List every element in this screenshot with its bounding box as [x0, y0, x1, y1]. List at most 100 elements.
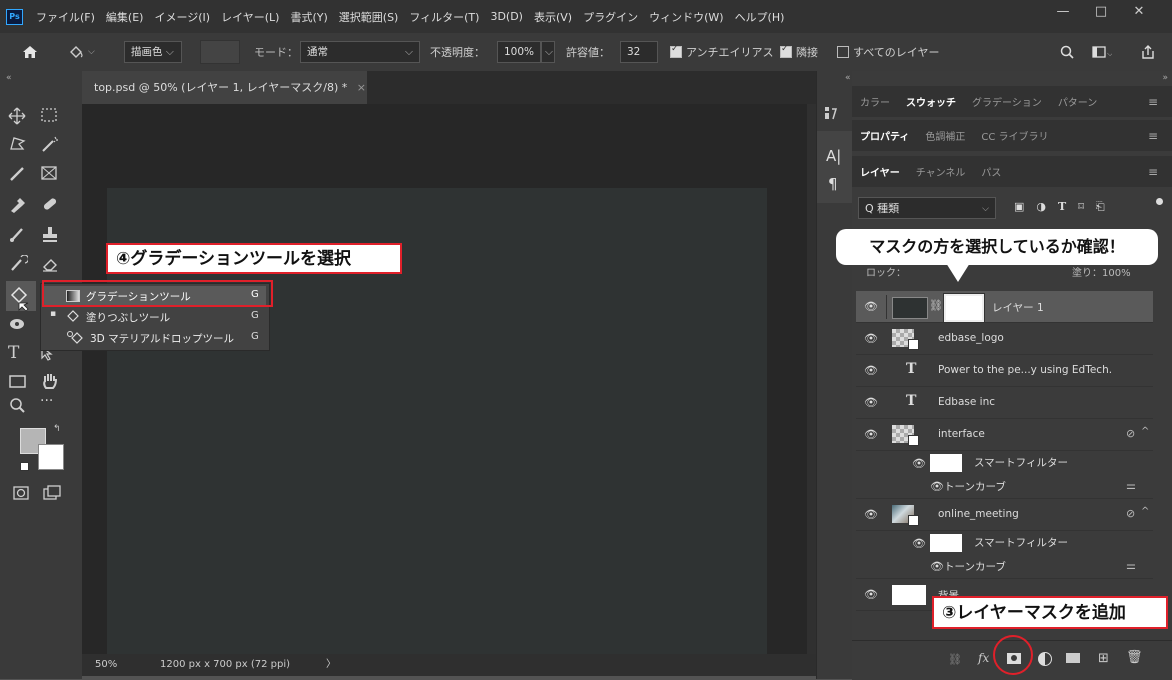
layer-row[interactable]: 👁 online_meeting ⊘ ^ — [856, 499, 1153, 531]
filter-options-icon[interactable]: ⚌ — [1126, 559, 1136, 572]
expand-caret-icon[interactable]: ^ — [1141, 426, 1149, 437]
lasso-tool-icon[interactable] — [8, 135, 28, 156]
hand-tool-icon[interactable] — [40, 371, 60, 394]
filter-smart-icon[interactable]: ⎗ — [1096, 200, 1105, 214]
layer-row[interactable]: 👁 T Edbase inc — [856, 387, 1153, 419]
filter-adjustment-icon[interactable]: ◑ — [1036, 200, 1046, 214]
eyedropper-tool-icon[interactable] — [8, 195, 28, 216]
magic-wand-tool-icon[interactable] — [40, 135, 60, 156]
panel-menu-icon[interactable]: ≡ — [1140, 165, 1166, 179]
flyout-item-3d-material-drop[interactable]: 3D マテリアルドロップツール G — [44, 328, 266, 348]
tab-paths[interactable]: パス — [973, 164, 1009, 179]
vertical-scrollbar[interactable] — [807, 104, 816, 654]
tab-gradients[interactable]: グラデーション — [964, 94, 1050, 109]
layer-row[interactable]: 👁 スマートフィルター — [856, 451, 1153, 475]
collapse-dock-icon[interactable]: » — [1162, 73, 1168, 83]
visibility-eye-icon[interactable]: 👁 — [864, 428, 878, 441]
pattern-picker[interactable] — [200, 40, 240, 64]
workspace-icon[interactable]: ⌵ — [1092, 41, 1112, 63]
contiguous-check-icon[interactable] — [780, 44, 792, 58]
eraser-tool-icon[interactable] — [40, 255, 60, 276]
filter-options-icon[interactable]: ⚌ — [1126, 479, 1136, 492]
tolerance-value[interactable]: 32 — [620, 41, 658, 63]
frame-tool-icon[interactable] — [40, 165, 58, 184]
stamp-tool-icon[interactable] — [40, 225, 60, 246]
home-icon[interactable] — [22, 41, 38, 63]
menu-item[interactable]: 編集(E) — [106, 9, 144, 25]
smart-filter-badge-icon[interactable]: ⊘ — [1126, 427, 1135, 440]
menu-item[interactable]: ウィンドウ(W) — [649, 9, 723, 25]
zoom-level[interactable]: 50% — [95, 654, 117, 676]
antialias-checkbox[interactable]: アンチエイリアス — [670, 41, 774, 63]
tab-cc-libraries[interactable]: CC ライブラリ — [973, 128, 1056, 143]
menu-item[interactable]: プラグイン — [583, 9, 638, 25]
tab-color[interactable]: カラー — [852, 94, 898, 109]
layer-row[interactable]: 👁 トーンカーブ ⚌ — [856, 555, 1153, 579]
menu-item[interactable]: 書式(Y) — [290, 9, 327, 25]
filter-toggle-icon[interactable] — [1156, 198, 1163, 205]
zoom-tool-icon[interactable] — [8, 397, 28, 418]
paragraph-panel-icon[interactable]: ¶ — [828, 175, 838, 193]
menu-item[interactable]: フィルター(T) — [409, 9, 479, 25]
search-icon[interactable] — [1060, 41, 1074, 63]
visibility-eye-icon[interactable]: 👁 — [864, 300, 878, 313]
histogram-icon[interactable] — [823, 105, 839, 124]
layer-thumbnail[interactable] — [892, 585, 926, 605]
quick-mask-icon[interactable] — [12, 485, 30, 504]
layer-style-fx-icon[interactable]: fx — [978, 651, 989, 665]
visibility-eye-icon[interactable]: 👁 — [864, 332, 878, 345]
close-button[interactable]: ✕ — [1120, 0, 1158, 26]
menu-item[interactable]: 3D(D) — [490, 10, 523, 23]
character-panel-icon[interactable]: A| — [826, 147, 841, 165]
collapse-toolbar-icon[interactable]: « — [6, 73, 12, 83]
screen-mode-icon[interactable] — [42, 485, 62, 504]
brush-tool-icon[interactable] — [8, 225, 28, 246]
filter-type-icon[interactable]: T — [1058, 200, 1066, 214]
layer-row[interactable]: 👁 ⛓ レイヤー 1 — [856, 291, 1153, 323]
marquee-tool-icon[interactable] — [40, 107, 58, 126]
smart-filter-badge-icon[interactable]: ⊘ — [1126, 507, 1135, 520]
filter-pixel-icon[interactable]: ▣ — [1014, 200, 1024, 214]
contiguous-checkbox[interactable]: 隣接 — [780, 41, 818, 63]
menu-item[interactable]: 表示(V) — [534, 9, 572, 25]
all-layers-check-icon[interactable] — [837, 46, 849, 58]
menu-item[interactable]: イメージ(I) — [154, 9, 210, 25]
expand-caret-icon[interactable]: ^ — [1141, 506, 1149, 517]
opacity-input[interactable]: 100% ⌵ — [497, 41, 555, 63]
tab-swatches[interactable]: スウォッチ — [898, 94, 964, 109]
delete-layer-icon[interactable]: 🗑 — [1126, 650, 1143, 665]
visibility-eye-icon[interactable]: 👁 — [912, 457, 926, 470]
history-brush-icon[interactable] — [8, 254, 29, 276]
link-layers-icon[interactable]: ⛓ — [948, 653, 962, 666]
filter-mask-thumbnail[interactable] — [930, 534, 962, 552]
visibility-eye-icon[interactable]: 👁 — [912, 537, 926, 550]
new-group-icon[interactable] — [1066, 653, 1080, 663]
move-tool-icon[interactable] — [8, 107, 28, 128]
crop-brush-icon[interactable] — [8, 165, 28, 186]
visibility-eye-icon[interactable]: 👁 — [930, 560, 944, 573]
share-icon[interactable] — [1140, 41, 1156, 63]
close-tab-icon[interactable]: × — [357, 81, 366, 94]
antialias-check-icon[interactable] — [670, 44, 682, 58]
menu-item[interactable]: レイヤー(L) — [221, 9, 279, 25]
swap-colors-icon[interactable]: ↰ — [53, 424, 61, 434]
background-color-swatch[interactable] — [38, 444, 64, 470]
menu-item[interactable]: ファイル(F) — [36, 9, 95, 25]
layer-row[interactable]: 👁 トーンカーブ ⚌ — [856, 475, 1153, 499]
rectangle-tool-icon[interactable] — [8, 373, 28, 394]
document-tab[interactable]: top.psd @ 50% (レイヤー 1, レイヤーマスク/8) * × — [82, 71, 367, 104]
layer-thumbnail[interactable] — [892, 297, 928, 319]
flyout-item-paint-bucket[interactable]: ▪ 塗りつぶしツール G — [44, 307, 266, 327]
panel-menu-icon[interactable]: ≡ — [1140, 129, 1166, 143]
filter-shape-icon[interactable]: ⌑ — [1078, 200, 1084, 214]
more-tools-icon[interactable]: ··· — [40, 393, 53, 409]
tolerance-input[interactable]: 32 — [620, 41, 658, 63]
tab-layers[interactable]: レイヤー — [852, 164, 908, 179]
adjustment-layer-icon[interactable] — [1038, 652, 1052, 666]
link-chain-icon[interactable]: ⛓ — [929, 299, 943, 312]
layer-row[interactable]: 👁 スマートフィルター — [856, 531, 1153, 555]
tab-properties[interactable]: プロパティ — [852, 128, 917, 143]
fill-source-select[interactable]: 描画色 ⌵ — [124, 41, 182, 63]
visibility-eye-icon[interactable]: 👁 — [864, 588, 878, 601]
status-menu-icon[interactable]: 〉 — [326, 654, 336, 676]
